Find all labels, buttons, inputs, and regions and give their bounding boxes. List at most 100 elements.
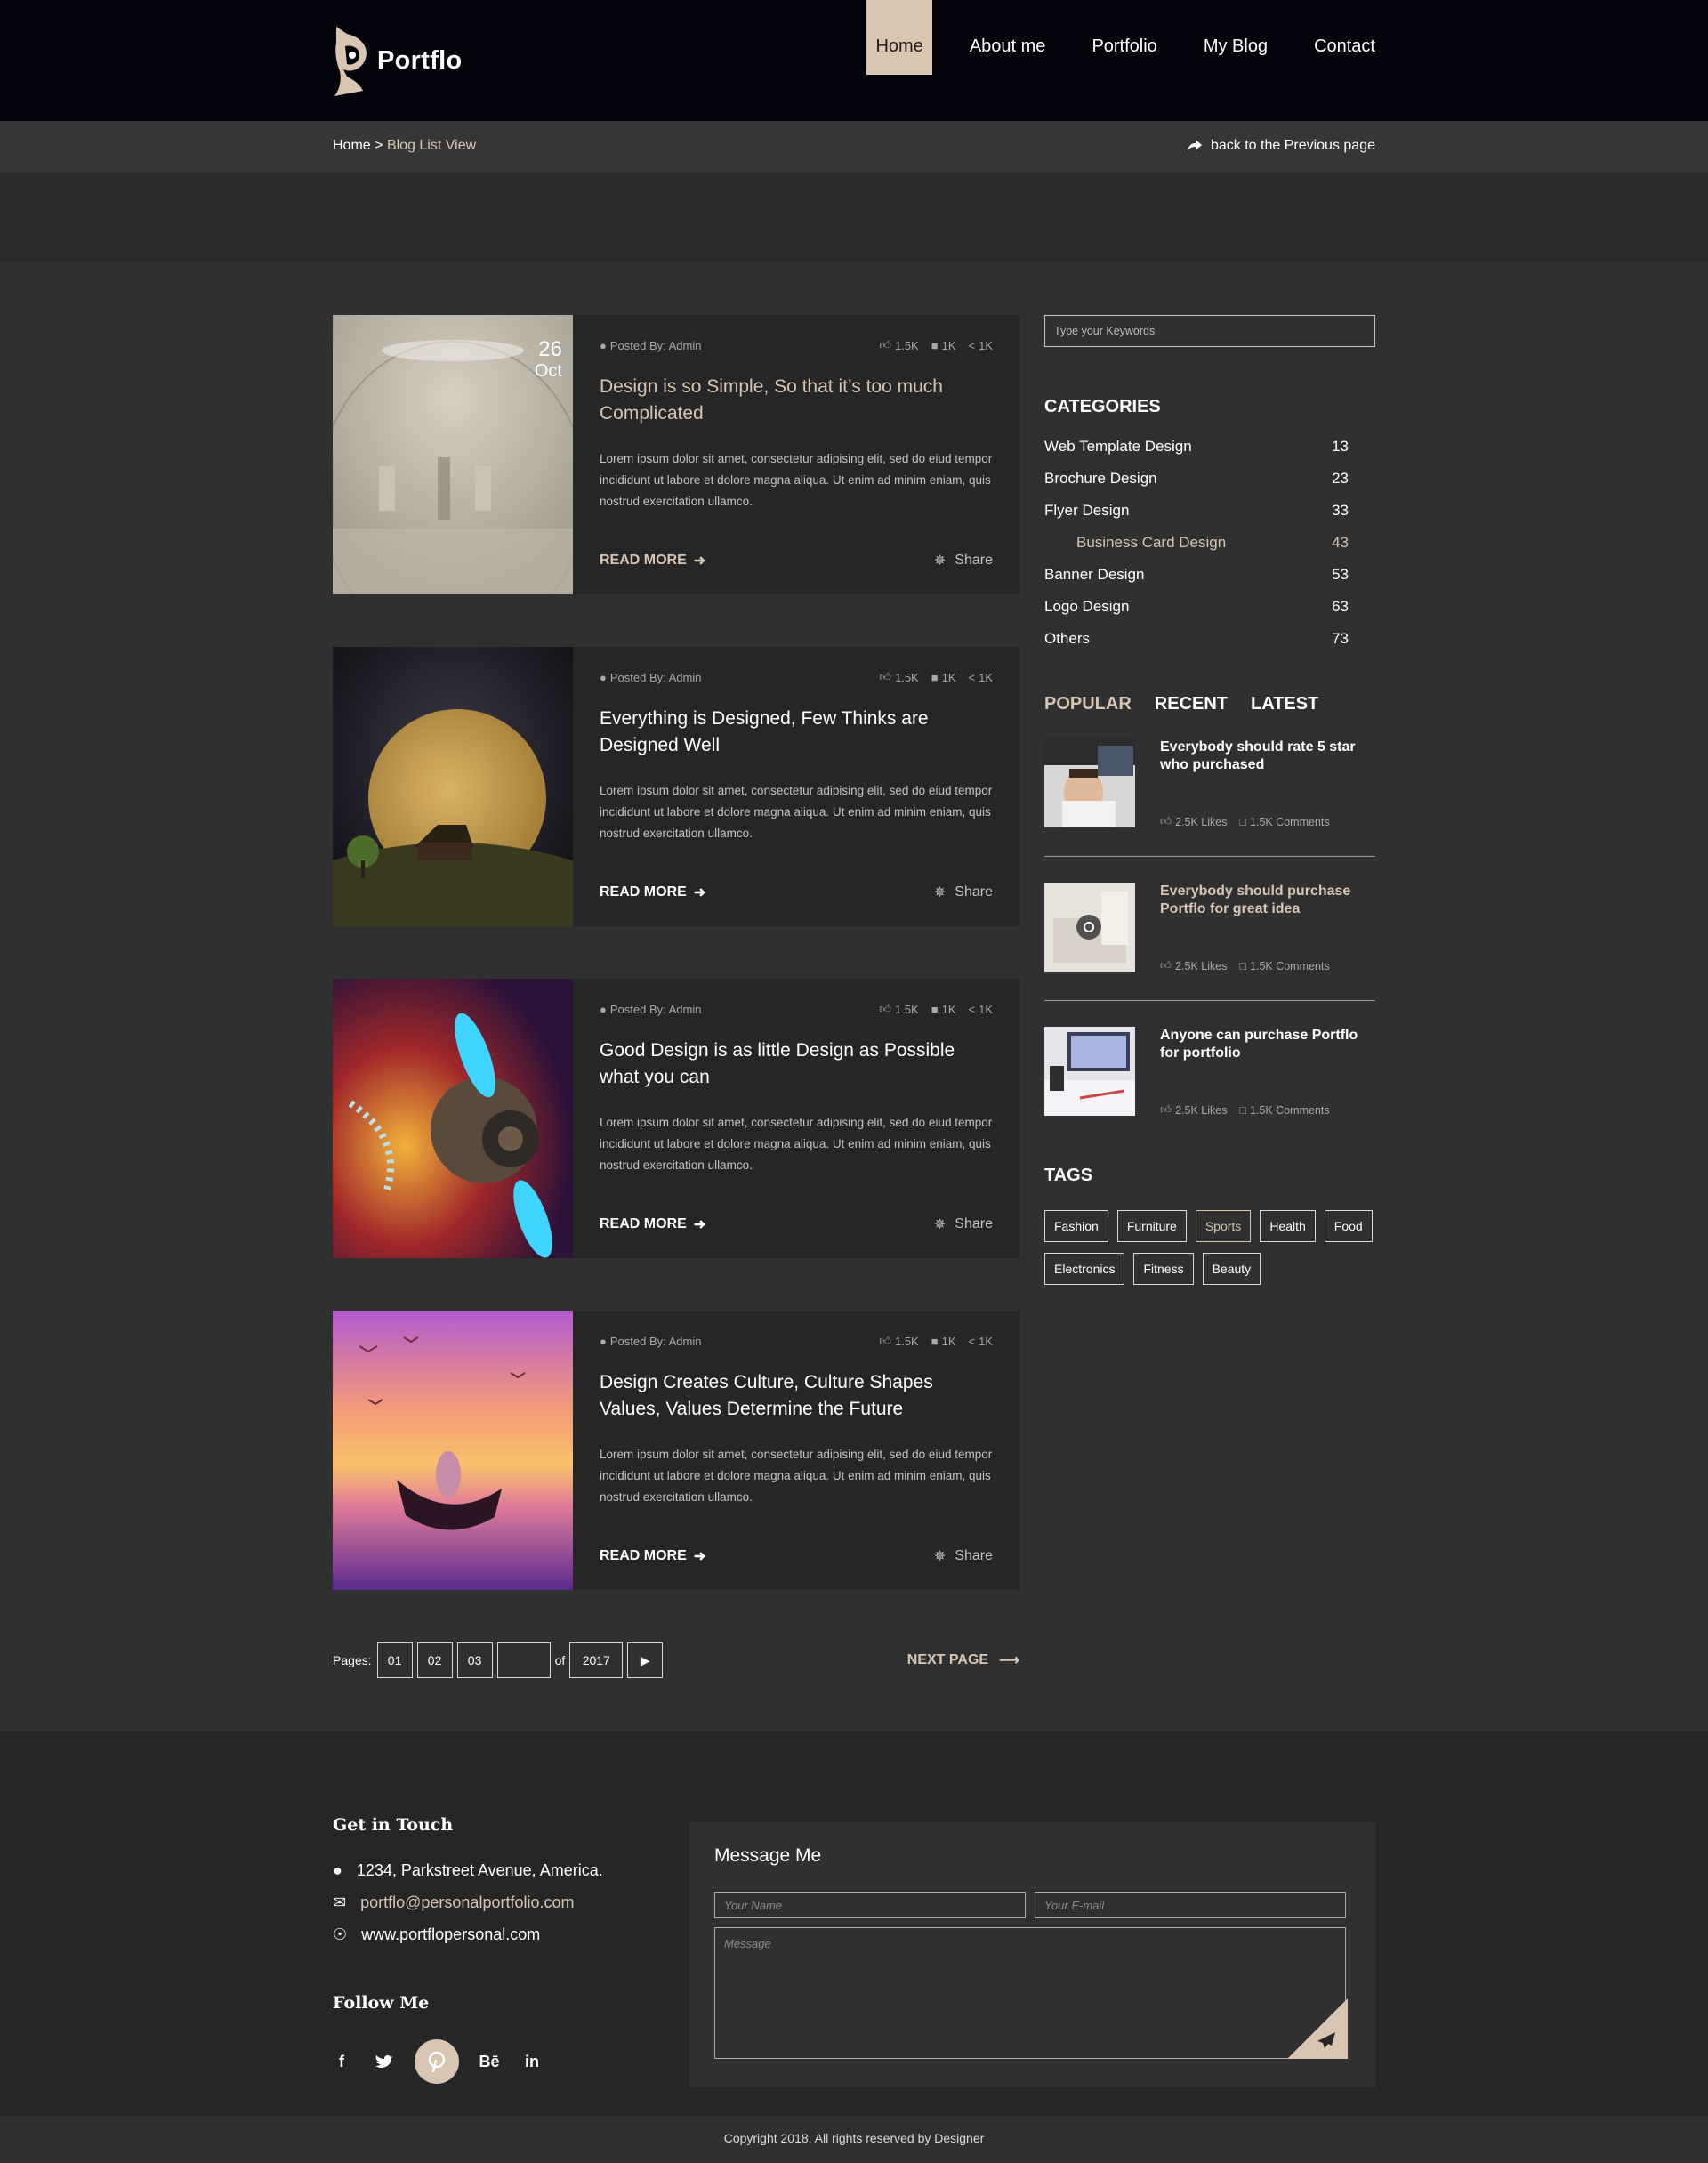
- email-field[interactable]: [1035, 1892, 1346, 1918]
- nav-portfolio[interactable]: Portfolio: [1068, 0, 1180, 75]
- next-page-link[interactable]: NEXT PAGE ⟶: [907, 1651, 1019, 1669]
- logo[interactable]: Portflo: [333, 25, 463, 96]
- tag[interactable]: Furniture: [1116, 1210, 1187, 1242]
- page-number-input[interactable]: [496, 1642, 551, 1678]
- nav-about[interactable]: About me: [947, 0, 1069, 75]
- post-likes[interactable]: 👍︎ 1.5K: [879, 1334, 918, 1348]
- page-next-button[interactable]: ▶: [627, 1642, 664, 1678]
- message-field[interactable]: [714, 1927, 1346, 2059]
- popular-post-title[interactable]: Anyone can purchase Portflo for portfoli…: [1160, 1027, 1365, 1062]
- category-count: 33: [1332, 502, 1349, 519]
- popular-post-title[interactable]: Everybody should rate 5 star who purchas…: [1160, 738, 1365, 774]
- popular-post-image[interactable]: [1044, 738, 1135, 827]
- page-link[interactable]: 01: [376, 1642, 413, 1678]
- tab-popular[interactable]: POPULAR: [1044, 694, 1132, 714]
- category-item[interactable]: Web Template Design 13: [1044, 438, 1349, 470]
- nav-home[interactable]: Home: [866, 0, 932, 75]
- post-comments[interactable]: ■ 1K: [931, 1334, 956, 1348]
- post-comments[interactable]: ■ 1K: [931, 670, 956, 684]
- breadcrumb-home[interactable]: Home: [333, 138, 371, 153]
- thumbs-up-icon: 👍︎: [1160, 959, 1172, 972]
- post-image[interactable]: [333, 1311, 573, 1590]
- nav-blog[interactable]: My Blog: [1180, 0, 1291, 75]
- post-title[interactable]: Good Design is as little Design as Possi…: [600, 1037, 993, 1091]
- tag[interactable]: Fashion: [1044, 1210, 1108, 1242]
- contact-email[interactable]: ✉ portflo@personalportfolio.com: [333, 1893, 574, 1912]
- share-link[interactable]: ✵ Share: [934, 1215, 993, 1233]
- comments-text: 1.5K Comments: [1250, 959, 1330, 973]
- tag[interactable]: Beauty: [1202, 1253, 1261, 1285]
- post-title[interactable]: Design is so Simple, So that it’s too mu…: [600, 374, 993, 427]
- post-title[interactable]: Everything is Designed, Few Thinks are D…: [600, 706, 993, 759]
- tag-active[interactable]: Sports: [1195, 1210, 1252, 1242]
- likes-text: 2.5K Likes: [1175, 815, 1228, 828]
- behance-icon[interactable]: Bē: [479, 2053, 500, 2070]
- category-item[interactable]: Others 73: [1044, 630, 1349, 662]
- read-more-link[interactable]: READ MORE ➜: [600, 884, 705, 901]
- post-shares[interactable]: <1K: [969, 1334, 994, 1348]
- search-input[interactable]: [1044, 315, 1375, 347]
- website-text: www.portflopersonal.com: [361, 1925, 541, 1943]
- paper-plane-icon: [1287, 1998, 1348, 2059]
- popular-post-title[interactable]: Everybody should purchase Portflo for gr…: [1160, 883, 1365, 918]
- tag[interactable]: Health: [1260, 1210, 1316, 1242]
- page-link[interactable]: 03: [456, 1642, 493, 1678]
- category-item[interactable]: Flyer Design 33: [1044, 502, 1349, 534]
- tag[interactable]: Electronics: [1044, 1253, 1125, 1285]
- post-likes[interactable]: 👍︎ 1.5K: [879, 338, 918, 352]
- tag[interactable]: Fitness: [1133, 1253, 1194, 1285]
- post-author: ● Posted By: Admin: [600, 670, 701, 684]
- send-button[interactable]: [1287, 1998, 1348, 2059]
- post-image[interactable]: [333, 979, 573, 1258]
- category-item-active[interactable]: Business Card Design 43: [1044, 534, 1349, 566]
- logo-text: Portflo: [377, 45, 463, 75]
- share-icon: ✵: [933, 553, 947, 569]
- popular-post-image[interactable]: [1044, 1027, 1135, 1116]
- thumbs-up-icon: 👍︎: [1160, 815, 1172, 827]
- nav-contact[interactable]: Contact: [1291, 0, 1375, 75]
- share-link[interactable]: ✵ Share: [934, 552, 993, 569]
- post-shares[interactable]: <1K: [969, 1002, 994, 1016]
- tab-recent[interactable]: RECENT: [1155, 694, 1228, 714]
- post-comments-count: 1K: [941, 1002, 956, 1016]
- post-comments[interactable]: ■ 1K: [931, 338, 956, 352]
- post-comments[interactable]: ■ 1K: [931, 1002, 956, 1016]
- back-link[interactable]: back to the Previous page: [1187, 138, 1375, 154]
- share-link[interactable]: ✵ Share: [934, 884, 993, 901]
- popular-post-likes: 👍︎ 2.5K Likes: [1160, 815, 1227, 828]
- read-more-link[interactable]: READ MORE ➜: [600, 552, 705, 569]
- linkedin-icon[interactable]: in: [523, 2053, 541, 2070]
- page-link[interactable]: 02: [416, 1642, 453, 1678]
- name-field[interactable]: [714, 1892, 1026, 1918]
- category-name: Others: [1044, 630, 1091, 647]
- read-more-link[interactable]: READ MORE ➜: [600, 1215, 705, 1233]
- contact-website[interactable]: ☉ www.portflopersonal.com: [333, 1925, 540, 1944]
- share-label: Share: [955, 884, 993, 900]
- post-title[interactable]: Design Creates Culture, Culture Shapes V…: [600, 1369, 993, 1423]
- post-image[interactable]: [333, 647, 573, 926]
- post-comments-count: 1K: [941, 338, 956, 352]
- post-shares[interactable]: <1K: [969, 670, 994, 684]
- pinterest-icon[interactable]: [415, 2039, 459, 2084]
- post-shares[interactable]: <1K: [969, 338, 994, 352]
- facebook-icon[interactable]: f: [333, 2053, 350, 2070]
- category-item[interactable]: Brochure Design 23: [1044, 470, 1349, 502]
- read-more-link[interactable]: READ MORE ➜: [600, 1547, 705, 1565]
- post-image[interactable]: 26 Oct: [333, 315, 573, 594]
- category-name: Brochure Design: [1044, 470, 1157, 487]
- user-icon: ●: [600, 670, 607, 684]
- share-link[interactable]: ✵ Share: [934, 1547, 993, 1565]
- popular-post-image[interactable]: [1044, 883, 1135, 972]
- twitter-icon[interactable]: [375, 2053, 393, 2070]
- tag[interactable]: Food: [1324, 1210, 1373, 1242]
- post-date-month: Oct: [534, 361, 562, 381]
- likes-text: 2.5K Likes: [1175, 1103, 1228, 1117]
- breadcrumb-current[interactable]: Blog List View: [387, 138, 476, 153]
- comment-icon: ■: [931, 338, 939, 352]
- category-item[interactable]: Banner Design 53: [1044, 566, 1349, 598]
- tab-latest[interactable]: LATEST: [1251, 694, 1318, 714]
- post-likes[interactable]: 👍︎ 1.5K: [879, 670, 918, 684]
- post-likes[interactable]: 👍︎ 1.5K: [879, 1002, 918, 1016]
- category-item[interactable]: Logo Design 63: [1044, 598, 1349, 630]
- main-nav: Home About me Portfolio My Blog Contact: [866, 0, 1375, 75]
